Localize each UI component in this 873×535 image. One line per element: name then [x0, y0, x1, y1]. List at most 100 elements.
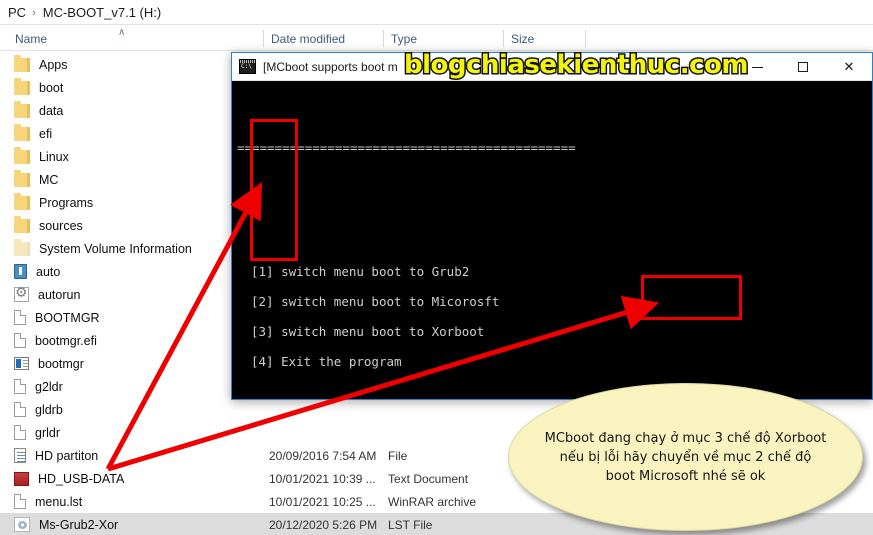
folder-icon [14, 215, 30, 233]
breadcrumb-pc[interactable]: PC [8, 5, 26, 20]
file-name-label: System Volume Information [39, 241, 192, 256]
file-name-cell[interactable]: grldr [14, 425, 60, 440]
console-menu-item[interactable]: [4] Exit the program [237, 351, 872, 373]
file-name-cell[interactable]: menu.lst [14, 494, 82, 509]
file-name-label: Ms-Grub2-Xor [39, 517, 119, 532]
file-name-label: MC [39, 172, 59, 187]
maximize-icon [798, 62, 808, 72]
file-name-cell[interactable]: efi [14, 123, 53, 141]
folder-icon [14, 54, 30, 72]
gear-setup-icon [14, 285, 29, 302]
file-type-cell: LST File [388, 517, 433, 532]
file-name-label: menu.lst [35, 494, 83, 509]
file-name-label: sources [39, 218, 83, 233]
file-name-cell[interactable]: autorun [14, 285, 81, 302]
close-button[interactable]: ✕ [826, 53, 872, 81]
console-menu-gap [237, 343, 872, 351]
column-header-row: Name ∧ Date modified Type Size [0, 27, 873, 51]
breadcrumb-drive[interactable]: MC-BOOT_v7.1 (H:) [43, 5, 161, 20]
console-menu-label: Exit the program [281, 354, 402, 369]
console-menu-label: switch menu boot to Grub2 [281, 264, 470, 279]
file-name-cell[interactable]: Ms-Grub2-Xor [14, 517, 118, 532]
console-menu-item[interactable]: [2] switch menu boot to Micorosft [237, 291, 872, 313]
console-separator-top: ========================================… [237, 140, 576, 155]
file-name-cell[interactable]: Linux [14, 146, 69, 164]
blank-file-icon [14, 494, 26, 509]
file-name-cell[interactable]: bootmgr.efi [14, 333, 97, 348]
column-header-type[interactable]: Type [384, 27, 504, 51]
breadcrumb-separator-icon: › [32, 6, 36, 19]
file-date-cell: 10/01/2021 10:25 ... [269, 494, 376, 509]
console-title-text: [MCboot supports boot m [263, 59, 398, 74]
file-date-cell: 10/01/2021 10:39 ... [269, 471, 376, 486]
batch-script-icon [14, 517, 30, 532]
console-menu-item[interactable]: [3] switch menu boot to Xorboot [237, 321, 872, 343]
usb-drive-icon [14, 264, 27, 279]
file-date-cell: 20/09/2016 7:54 AM [269, 448, 377, 463]
callout-note: MCboot đang chạy ở mục 3 chế độ Xorboot … [508, 383, 863, 531]
file-date-cell: 20/12/2020 5:26 PM [269, 517, 378, 532]
file-name-cell[interactable]: HD_USB-DATA [14, 471, 125, 486]
file-name-cell[interactable]: g2ldr [14, 379, 63, 394]
file-name-label: Apps [39, 57, 68, 72]
sort-ascending-icon: ∧ [118, 27, 126, 38]
console-menu-label: switch menu boot to Micorosft [281, 294, 500, 309]
file-name-label: auto [36, 264, 61, 279]
file-name-cell[interactable]: boot [14, 77, 63, 95]
file-name-label: data [39, 103, 64, 118]
console-menu-list: [1] switch menu boot to Grub2 [2] switch … [237, 261, 872, 381]
console-menu-gap [237, 313, 872, 321]
file-name-cell[interactable]: System Volume Information [14, 238, 192, 256]
application-icon [14, 357, 29, 370]
file-name-label: autorun [38, 287, 81, 302]
blank-file-icon [14, 379, 26, 394]
file-name-cell[interactable]: sources [14, 215, 83, 233]
console-menu-label: switch menu boot to Xorboot [281, 324, 485, 339]
column-header-date-modified[interactable]: Date modified [264, 27, 384, 51]
breadcrumb-divider [0, 24, 873, 25]
console-menu-item[interactable]: [1] switch menu boot to Grub2 [237, 261, 872, 283]
console-menu-gap [237, 283, 872, 291]
winrar-icon [14, 471, 29, 486]
column-header-size[interactable]: Size [504, 27, 584, 51]
console-menu-key: [3] [251, 324, 282, 339]
file-name-label: efi [39, 126, 53, 141]
file-name-cell[interactable]: gldrb [14, 402, 63, 417]
file-name-label: Programs [39, 195, 94, 210]
file-name-label: BOOTMGR [35, 310, 100, 325]
folder-icon [14, 77, 30, 95]
watermark-blogchiasekienthuc: blogchiasekienthuc.com [403, 49, 750, 82]
column-header-name[interactable]: Name ∧ [8, 27, 263, 51]
file-name-cell[interactable]: auto [14, 264, 60, 279]
folder-icon [14, 123, 30, 141]
file-type-cell: WinRAR archive [388, 494, 477, 509]
file-name-cell[interactable]: Apps [14, 54, 68, 72]
folder-dim-icon [14, 238, 30, 256]
folder-icon [14, 192, 30, 210]
file-name-cell[interactable]: BOOTMGR [14, 310, 100, 325]
file-name-cell[interactable]: MC [14, 169, 59, 187]
maximize-button[interactable] [780, 53, 826, 81]
file-name-cell[interactable]: bootmgr [14, 357, 84, 371]
file-type-cell: File [388, 448, 408, 463]
file-name-label: Linux [39, 149, 69, 164]
blank-file-icon [14, 333, 26, 348]
file-name-label: HD_USB-DATA [38, 471, 125, 486]
file-name-label: bootmgr [38, 356, 84, 371]
screenshot-root: PC › MC-BOOT_v7.1 (H:) Name ∧ Date modif… [0, 0, 873, 535]
console-menu-key: [2] [251, 294, 282, 309]
file-name-cell[interactable]: HD partiton [14, 448, 98, 463]
breadcrumb[interactable]: PC › MC-BOOT_v7.1 (H:) [0, 0, 873, 25]
file-name-label: bootmgr.efi [35, 333, 97, 348]
file-name-cell[interactable]: Programs [14, 192, 94, 210]
console-window[interactable]: [MCboot supports boot m ✕ ==============… [231, 52, 873, 400]
folder-icon [14, 100, 30, 118]
blank-file-icon [14, 425, 26, 440]
column-divider-4[interactable] [585, 30, 586, 47]
console-menu-key: [1] [251, 264, 282, 279]
file-name-cell[interactable]: data [14, 100, 64, 118]
console-menu-gap [237, 373, 872, 381]
close-icon: ✕ [843, 59, 855, 74]
file-name-label: gldrb [35, 402, 63, 417]
console-output[interactable]: ========================================… [232, 81, 872, 399]
